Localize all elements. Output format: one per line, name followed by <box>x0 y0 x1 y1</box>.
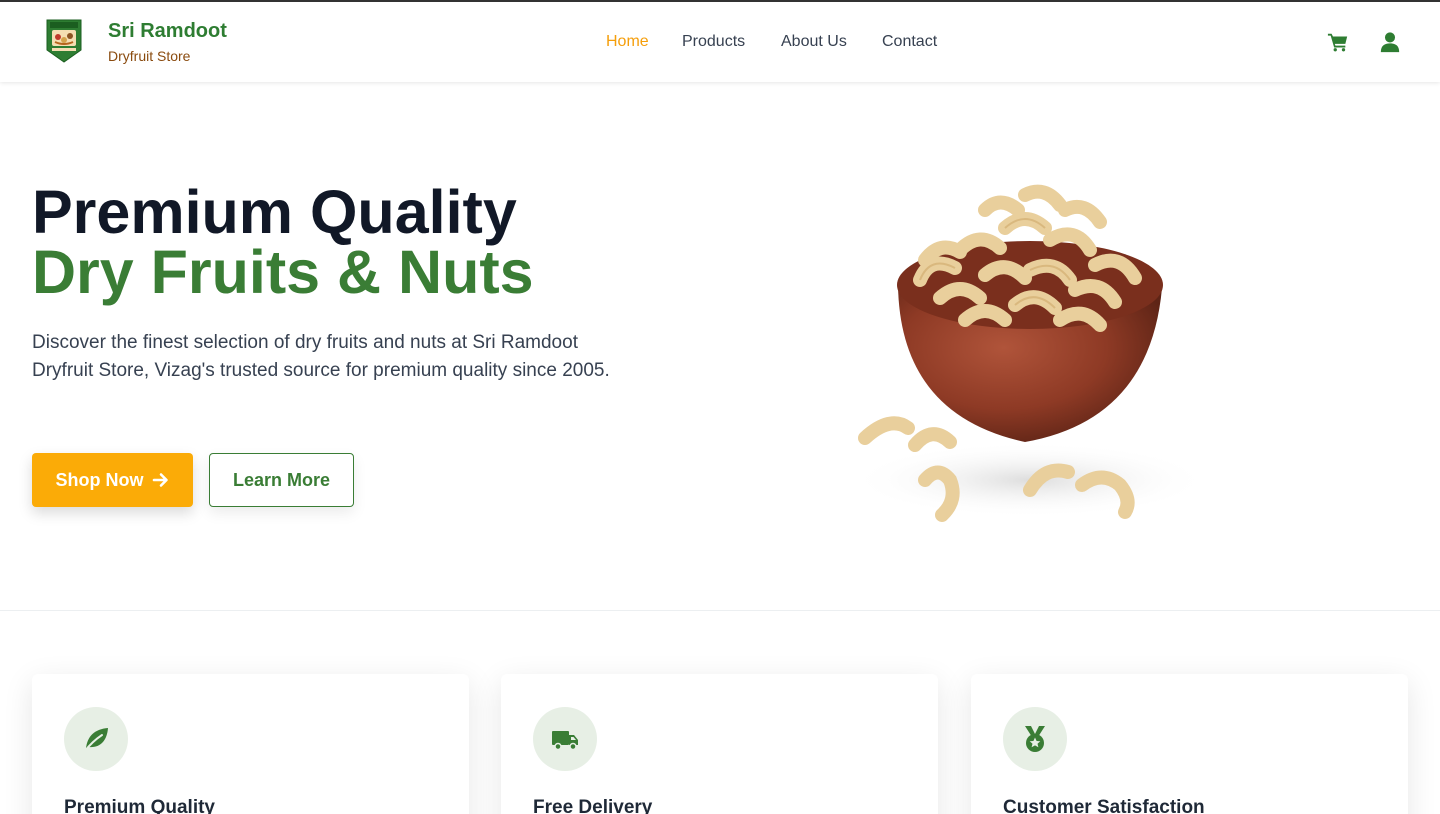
feature-title: Premium Quality <box>64 797 215 814</box>
store-logo[interactable] <box>44 18 84 64</box>
user-icon[interactable] <box>1379 31 1401 53</box>
feature-title: Customer Satisfaction <box>1003 797 1205 814</box>
shop-now-label: Shop Now <box>55 469 144 490</box>
medal-icon <box>1025 726 1045 752</box>
feature-icon-circle <box>1003 707 1067 771</box>
truck-icon <box>552 731 578 751</box>
shop-now-button[interactable]: Shop Now <box>32 453 193 507</box>
arrow-right-icon <box>152 473 168 487</box>
learn-more-button[interactable]: Learn More <box>209 453 354 507</box>
nav-home[interactable]: Home <box>606 33 649 51</box>
feature-card-customer-satisfaction: Customer Satisfaction <box>971 674 1408 814</box>
nav-about-us[interactable]: About Us <box>781 33 847 51</box>
cart-icon[interactable] <box>1327 31 1349 53</box>
leaf-icon <box>84 728 108 752</box>
hero-title-line2: Dry Fruits & Nuts <box>32 238 534 306</box>
feature-card-free-delivery: Free Delivery <box>501 674 938 814</box>
feature-card-premium-quality: Premium Quality <box>32 674 469 814</box>
feature-title: Free Delivery <box>533 797 653 814</box>
nav-products[interactable]: Products <box>682 33 745 51</box>
brand-name[interactable]: Sri Ramdoot <box>108 20 227 43</box>
hero-title: Premium Quality Dry Fruits & Nuts <box>32 178 534 306</box>
feature-icon-circle <box>64 707 128 771</box>
nav-contact[interactable]: Contact <box>882 33 937 51</box>
brand-subtitle: Dryfruit Store <box>108 48 191 64</box>
hero-title-line1: Premium Quality <box>32 178 517 246</box>
cashew-bowl-image <box>850 184 1210 522</box>
section-divider <box>0 610 1440 611</box>
site-header: Sri Ramdoot Dryfruit Store Home Products… <box>0 2 1440 82</box>
feature-icon-circle <box>533 707 597 771</box>
hero-description: Discover the finest selection of dry fru… <box>32 332 610 381</box>
